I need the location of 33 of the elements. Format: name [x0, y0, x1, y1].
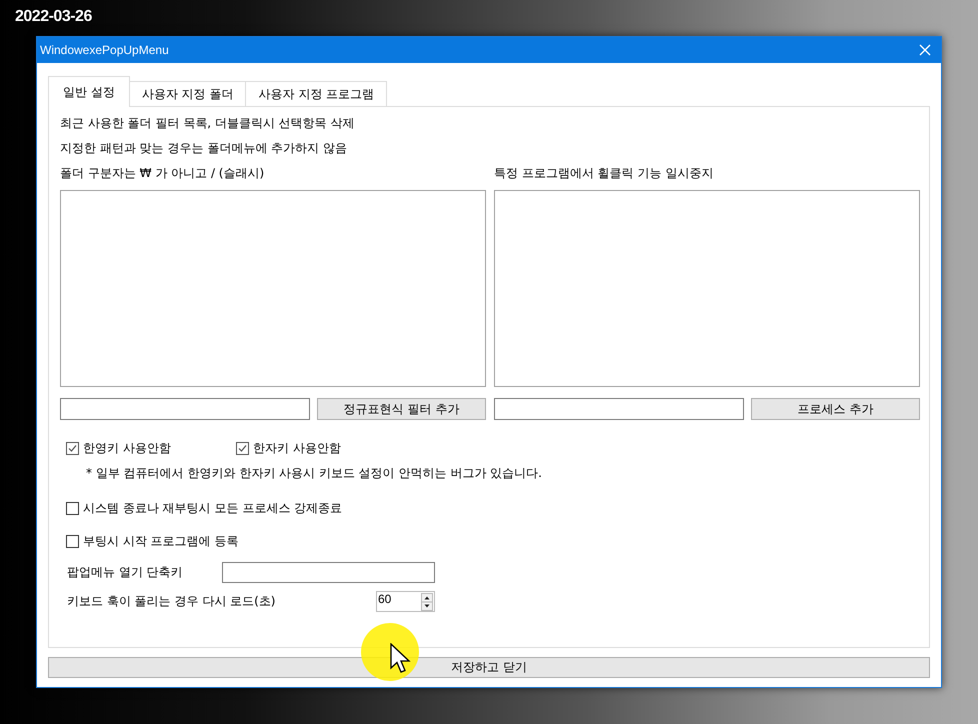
checkbox-label: 한자키 사용안함 — [253, 440, 341, 457]
checkbox[interactable] — [66, 442, 79, 455]
spinner-arrows-icon[interactable] — [421, 592, 433, 610]
checkbox-option[interactable]: 부팅시 시작 프로그램에 등록 — [60, 533, 920, 550]
checkbox[interactable] — [66, 535, 79, 548]
info-text: 지정한 패턴과 맞는 경우는 폴더메뉴에 추가하지 않음 — [60, 140, 348, 157]
cursor-icon — [390, 643, 412, 675]
seconds-spinner[interactable]: 60 — [376, 591, 435, 612]
note-text: * 일부 컴퓨터에서 한영키와 한자키 사용시 키보드 설정이 안먹히는 버그가 있습니다. — [86, 465, 543, 482]
date-label: 2022-03-26 — [15, 8, 92, 26]
checkbox-option[interactable]: 한영키 사용안함 — [66, 440, 236, 457]
info-text: 최근 사용한 폴더 필터 목록, 더블클릭시 선택항목 삭제 — [60, 115, 356, 132]
tab[interactable]: 일반 설정 — [48, 76, 130, 107]
process-input[interactable] — [494, 398, 744, 420]
add-filter-button[interactable]: 정규표현식 필터 추가 — [317, 398, 486, 420]
shortcut-label: 팝업메뉴 열기 단축키 — [67, 564, 184, 581]
save-close-button[interactable]: 저장하고 닫기 — [48, 657, 930, 678]
checkbox-option[interactable]: 한자키 사용안함 — [236, 440, 406, 457]
close-icon[interactable] — [919, 44, 931, 56]
info-text: 폴더 구분자는 ₩ 가 아니고 / (슬래시) — [60, 165, 266, 182]
shortcut-input[interactable] — [222, 562, 435, 583]
tab[interactable]: 사용자 지정 프로그램 — [245, 81, 388, 106]
section-label: 특정 프로그램에서 휠클릭 기능 일시중지 — [494, 165, 714, 182]
reload-label: 키보드 훅이 풀리는 경우 다시 로드(초) — [67, 593, 276, 610]
add-process-button[interactable]: 프로세스 추가 — [751, 398, 920, 420]
filter-input[interactable] — [60, 398, 310, 420]
window-title: WindowexePopUpMenu — [40, 43, 169, 57]
checkbox[interactable] — [236, 442, 249, 455]
checkbox-option[interactable]: 시스템 종료나 재부팅시 모든 프로세스 강제종료 — [60, 500, 920, 517]
checkbox-label: 한영키 사용안함 — [83, 440, 171, 457]
checkbox-label: 시스템 종료나 재부팅시 모든 프로세스 강제종료 — [83, 500, 342, 517]
checkbox[interactable] — [66, 502, 79, 515]
checkbox-label: 부팅시 시작 프로그램에 등록 — [83, 533, 238, 550]
